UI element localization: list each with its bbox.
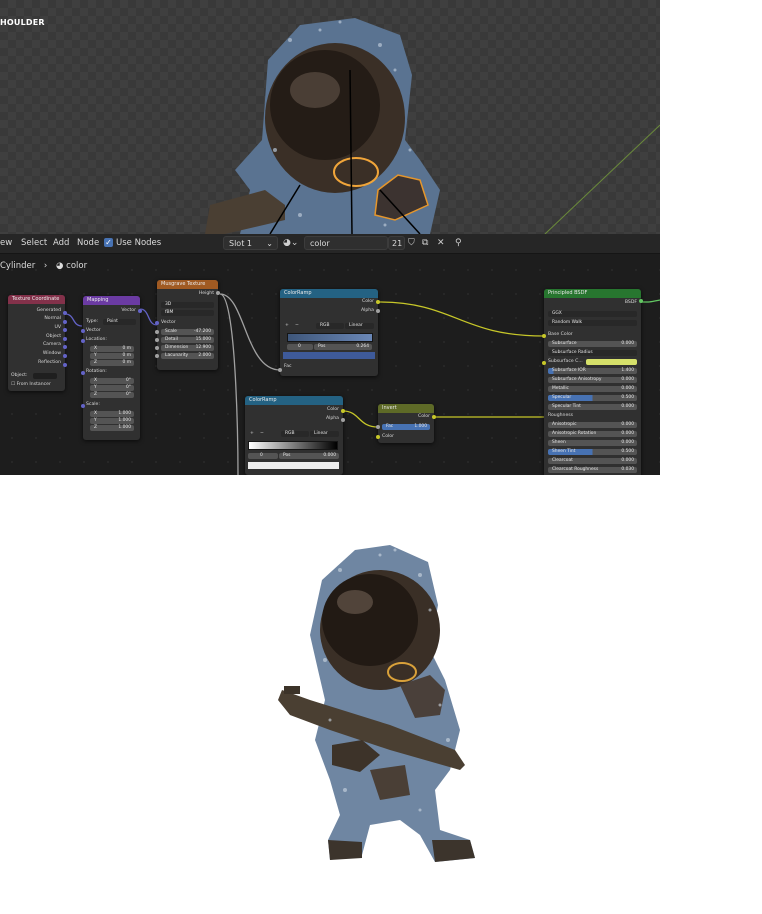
grid-axis-line bbox=[544, 124, 660, 234]
character-model-top bbox=[205, 18, 440, 234]
character-render bbox=[278, 545, 475, 862]
shader-node-editor[interactable]: ew Select Add Node ✓ Use Nodes Slot 1 ⌄ … bbox=[0, 234, 660, 475]
viewport-render bbox=[205, 18, 660, 234]
3d-viewport[interactable]: HOULDER bbox=[0, 0, 660, 234]
node-sockets bbox=[63, 291, 643, 439]
final-render-image bbox=[278, 545, 475, 862]
